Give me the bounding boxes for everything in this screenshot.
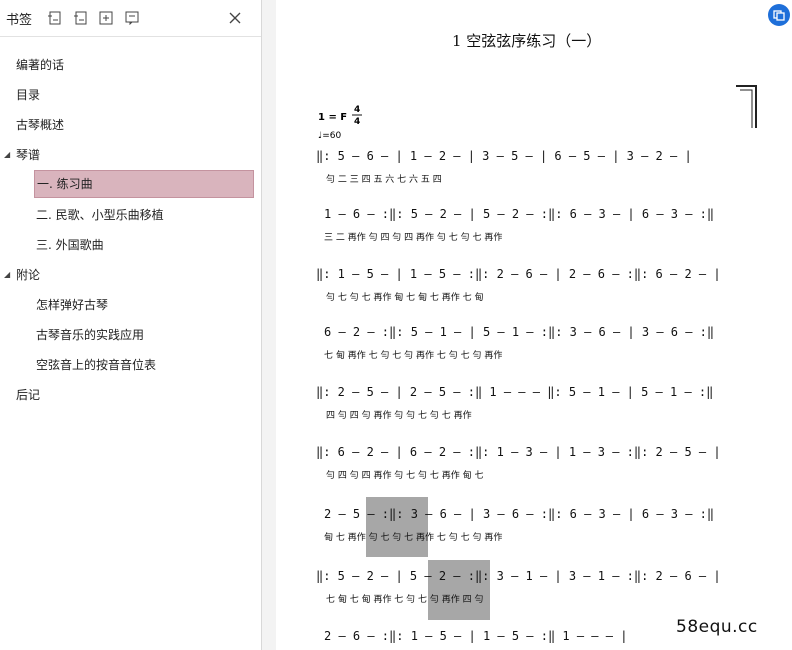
highlight-patch xyxy=(366,497,428,557)
close-icon[interactable] xyxy=(228,10,242,24)
time-signature-bottom: 4 xyxy=(354,117,360,127)
bookmark-label: 附论 xyxy=(16,268,41,282)
fingering-row: 勻 二 三 四 五 六 七 六 五 四 xyxy=(326,173,442,185)
expand-all-icon[interactable] xyxy=(46,10,62,26)
document-page: 1 空弦弦序练习（一） 1 = F 4 4 ♩=60 ‖: 5 — 6 — | … xyxy=(276,0,792,650)
fingering-row: 四 勻 四 勻 再作 勻 勻 七 勻 七 再作 xyxy=(326,409,472,421)
collapse-triangle-icon[interactable]: ◢ xyxy=(4,262,14,288)
fingering-row: 七 甸 再作 七 勻 七 勻 再作 七 勻 七 勻 再作 xyxy=(324,349,502,361)
bookmark-item-pitch-table[interactable]: 空弦音上的按音音位表 xyxy=(36,352,156,378)
float-action-button[interactable] xyxy=(768,4,790,26)
bookmark-item-practice[interactable]: 古琴音乐的实践应用 xyxy=(36,322,144,348)
add-bookmark-icon[interactable] xyxy=(98,10,114,26)
fingering-row: 勻 七 勻 七 再作 甸 七 甸 七 再作 七 甸 xyxy=(326,291,483,303)
bookmark-item-afterword[interactable]: 后记 xyxy=(16,382,40,408)
notation-row: ‖: 2 — 5 — | 2 — 5 — :‖ 1 — — — ‖: 5 — 1… xyxy=(316,385,713,399)
tempo-marking: ♩=60 xyxy=(318,131,342,141)
bookmark-label: 一. 练习曲 xyxy=(37,177,93,191)
time-signature-top: 4 xyxy=(354,105,360,115)
bookmark-label: 古琴概述 xyxy=(16,118,65,132)
fingering-row: 勻 四 勻 四 再作 勻 七 勻 七 再作 甸 七 xyxy=(326,469,483,481)
notation-row: 2 — 6 — :‖: 1 — 5 — | 1 — 5 — :‖ 1 — — —… xyxy=(324,629,627,643)
bookmark-item-folk-songs[interactable]: 二. 民歌、小型乐曲移植 xyxy=(36,202,164,228)
bookmarks-header: 书签 xyxy=(0,0,261,37)
bookmark-label: 目录 xyxy=(16,88,41,102)
collapse-triangle-icon[interactable]: ◢ xyxy=(4,142,14,168)
notation-row: 2 — 5 — :‖: 3 — 6 — | 3 — 6 — :‖: 6 — 3 … xyxy=(324,507,714,521)
fingering-row: 甸 七 再作 勻 七 勻 七 再作 七 勻 七 勻 再作 xyxy=(324,531,502,543)
bookmark-item-appendix[interactable]: ◢ 附论 xyxy=(0,262,262,288)
bookmark-label: 空弦音上的按音音位表 xyxy=(36,358,157,372)
fingering-row: 三 二 再作 勻 四 勻 四 再作 勻 七 勻 七 再作 xyxy=(324,231,502,243)
bookmark-item-scores[interactable]: ◢ 琴谱 xyxy=(0,142,262,168)
bookmark-item-contents[interactable]: 目录 xyxy=(16,82,40,108)
bookmark-item-etudes[interactable]: 一. 练习曲 xyxy=(34,170,254,198)
fingering-row: 七 甸 七 甸 再作 七 勻 七 勻 再作 四 勻 xyxy=(326,593,483,605)
window-icon xyxy=(773,10,785,21)
bookmark-label: 二. 民歌、小型乐曲移植 xyxy=(36,208,164,222)
bookmarks-title: 书签 xyxy=(6,12,33,28)
bookmark-label: 琴谱 xyxy=(16,148,41,162)
bookmark-label: 后记 xyxy=(16,388,41,402)
bookmark-item-how-to-play[interactable]: 怎样弹好古琴 xyxy=(36,292,108,318)
bookmarks-panel: 书签 编著的话 目录 古琴概述 ◢ 琴谱 一. 练习曲 二. 民歌、小型乐曲移植… xyxy=(0,0,262,650)
bookmark-label: 三. 外国歌曲 xyxy=(36,238,104,252)
notation-row: 1 — 6 — :‖: 5 — 2 — | 5 — 2 — :‖: 6 — 3 … xyxy=(324,207,714,221)
notation-row: ‖: 1 — 5 — | 1 — 5 — :‖: 2 — 6 — | 2 — 6… xyxy=(316,267,721,281)
bookmark-item-editor-note[interactable]: 编著的话 xyxy=(16,52,64,78)
notation-row: ‖: 5 — 2 — | 5 — 2 — :‖: 3 — 1 — | 3 — 1… xyxy=(316,569,721,583)
collapse-all-icon[interactable] xyxy=(72,10,88,26)
bookmark-label: 怎样弹好古琴 xyxy=(36,298,109,312)
bookmark-item-foreign-songs[interactable]: 三. 外国歌曲 xyxy=(36,232,104,258)
bookmark-item-overview[interactable]: 古琴概述 xyxy=(16,112,64,138)
score: 1 = F 4 4 ♩=60 ‖: 5 — 6 — | 1 — 2 — | 3 … xyxy=(316,105,721,643)
notation-row: ‖: 6 — 2 — | 6 — 2 — :‖: 1 — 3 — | 1 — 3… xyxy=(316,445,721,459)
key-signature: 1 = F xyxy=(318,112,347,123)
notation-row: ‖: 5 — 6 — | 1 — 2 — | 3 — 5 — | 6 — 5 —… xyxy=(316,149,692,163)
bookmark-label: 古琴音乐的实践应用 xyxy=(36,328,145,342)
bookmark-label: 编著的话 xyxy=(16,58,65,72)
bookmark-icon[interactable] xyxy=(124,10,140,26)
notation-row: 6 — 2 — :‖: 5 — 1 — | 5 — 1 — :‖: 3 — 6 … xyxy=(324,325,714,339)
watermark: 58equ.cc xyxy=(676,617,758,637)
